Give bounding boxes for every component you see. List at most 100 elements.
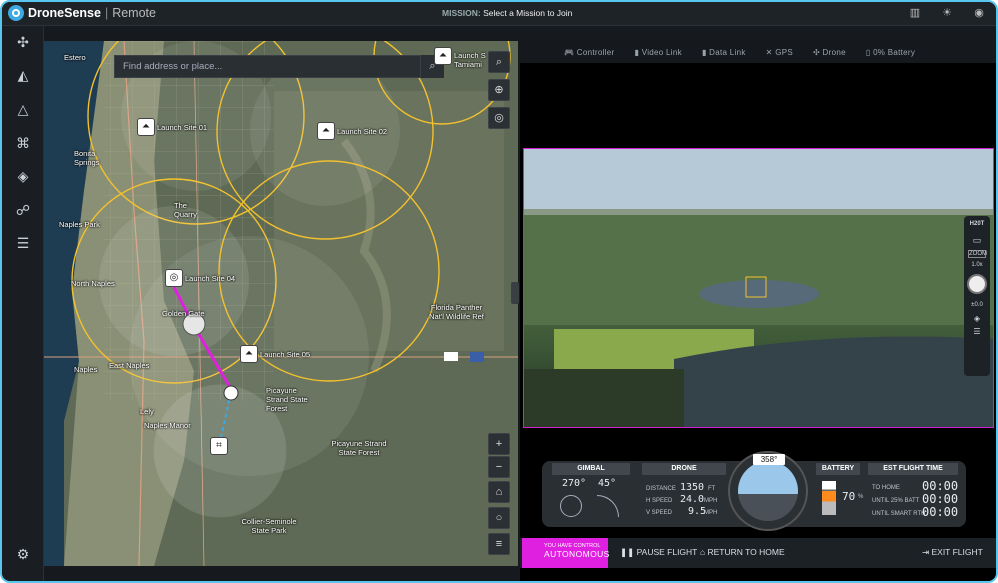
zoom-out-button[interactable]: − [488,456,510,478]
map-label: Naples Manor [144,421,191,430]
distance-value: 1350 [680,482,705,493]
control-mode-button[interactable]: YOU HAVE CONTROL AUTONOMOUS [522,538,609,568]
until-rth-time: 00:00 [922,505,959,519]
home-point-icon[interactable]: ⌗ [210,437,228,455]
gimbal-pitch: 45° [598,478,617,489]
control-bar: YOU HAVE CONTROL AUTONOMOUS ❚❚ PAUSE FLI… [520,538,996,568]
clipboard-icon[interactable]: ☰ [13,233,33,253]
mission-label: MISSION: [442,8,481,18]
drone-header: DRONE [642,463,726,475]
settings-sliders-icon[interactable]: ☰ [964,327,990,336]
launch-site-04-icon[interactable]: ◎ [165,269,183,287]
horizon [738,461,798,521]
map-label: Launch Site 04 [185,274,236,283]
battery-status: ▯ 0% Battery [865,47,916,57]
to-home-label: TO HOME [872,485,900,491]
battery-unit: % [858,494,864,500]
vspeed-label: V SPEED [646,510,673,516]
map-label: Bonita Springs [74,149,100,167]
ev-value: ±0.0 [971,302,983,308]
mission-selector[interactable]: MISSION: Select a Mission to Join [442,8,572,18]
camera-model: H20T [969,221,985,227]
exit-flight-button[interactable]: ⇥ EXIT FLIGHT [922,547,983,558]
controller-status: 🎮 Controller [564,47,615,57]
users-icon[interactable]: ☍ [13,200,33,220]
map-panel[interactable]: Find address or place... ⌕ ⌕ ⊕ ◎ + − ⌂ ○… [44,41,518,566]
exit-flight-label: EXIT FLIGHT [931,547,983,557]
map-label: North Naples [71,279,115,288]
launch-site-02-icon[interactable]: ⏶ [317,122,335,140]
gps-status: ✕ GPS [765,47,793,57]
video-feed[interactable] [523,148,994,428]
hspeed-label: H SPEED [646,498,673,504]
zoom-toggle[interactable]: ZOOM [968,250,987,258]
section-name: Remote [112,6,156,20]
gimbal-header: GIMBAL [552,463,630,475]
distance-label: DISTANCE [646,486,676,492]
lock-button[interactable]: ⌂ [488,481,510,503]
map-label: The Quarry [174,201,197,219]
gimbal-pitch-dial [597,495,619,517]
gimbal-yaw-dial [560,495,582,517]
map-label: Naples [74,365,98,374]
map-label: Lely [140,407,154,416]
layers-button[interactable]: ≡ [488,533,510,555]
zoom-in-button[interactable]: + [488,433,510,455]
mission-icon[interactable]: ◭ [13,65,33,85]
to-home-time: 00:00 [922,479,959,493]
return-home-label: RETURN TO HOME [707,547,785,557]
zoom-value: 1.0x [971,262,983,268]
distance-unit: FT [708,486,716,492]
drone-icon[interactable]: ✣ [13,32,33,52]
map-search-input[interactable]: Find address or place... [114,55,444,78]
pause-flight-label: PAUSE FLIGHT [636,547,698,557]
binoculars-button[interactable]: ◎ [488,107,510,129]
locate-button[interactable]: ○ [488,507,510,529]
launch-site-03-icon[interactable]: ⏶ [434,47,452,65]
map-label: Estero [64,53,86,62]
hspeed-value: 24.0 [680,494,705,505]
launch-site-01-icon[interactable]: ⏶ [137,118,155,136]
sidebar: ✣ ◭ △ ⌘ ◈ ☍ ☰ ⚙ [2,26,44,581]
map-label: Launch Site 05 [260,350,311,359]
flight-panel: 🎮 Controller ▮ Video Link ▮ Data Link ✕ … [520,41,996,581]
alert-icon[interactable]: △ [13,99,33,119]
shutter-button[interactable] [967,274,987,294]
panel-collapse-handle[interactable] [511,282,519,304]
return-home-button[interactable]: ⌂ RETURN TO HOME [700,547,785,557]
logo: DroneSense | Remote [8,5,156,21]
battery-gauge [822,481,836,515]
mission-text: Select a Mission to Join [483,8,573,18]
map-label: East Naples [109,361,150,370]
drone-map-button[interactable]: ⊕ [488,79,510,101]
brand-name: DroneSense [28,6,101,20]
dronesense-logo-icon [8,5,24,21]
until-rth-label: UNTIL SMART RTH [872,511,926,517]
heading-value: 358° [753,454,785,465]
map-label: Picayune Strand State Forest [266,386,308,413]
flight-time-header: EST FLIGHT TIME [868,463,958,475]
attitude-indicator: 358° [728,451,808,531]
telemetry-panel: GIMBAL 270° 45° DRONE DISTANCE 1350 FT H… [542,451,966,531]
map-label: Collier-Seminole State Park [241,517,297,535]
launch-site-05-icon[interactable]: ⏶ [240,345,258,363]
vspeed-unit: MPH [704,510,718,516]
controller-icon[interactable]: ⌘ [13,133,33,153]
map-label: Launch Site 02 [337,127,388,136]
video-frame [524,149,993,427]
weather-icon[interactable]: ☀ [940,6,954,20]
status-bar: 🎮 Controller ▮ Video Link ▮ Data Link ✕ … [520,41,996,63]
app-window: DroneSense | Remote MISSION: Select a Mi… [0,0,998,583]
tag-icon[interactable]: ◈ [964,314,990,323]
gear-icon[interactable]: ⚙ [13,544,33,564]
until25-time: 00:00 [922,492,959,506]
top-bar: DroneSense | Remote MISSION: Select a Mi… [2,2,996,26]
battery-value: 70 [842,490,856,503]
map-label: Florida Panther Nat'l Wildlife Ref [429,303,484,321]
map-label: Launch S Tamiami [454,51,486,69]
pause-flight-button[interactable]: ❚❚ PAUSE FLIGHT [620,547,697,558]
chart-icon[interactable]: ▥ [908,6,922,20]
video-camera-icon[interactable]: ▭ [964,235,990,246]
tag-icon[interactable]: ◈ [13,166,33,186]
user-icon[interactable]: ◉ [972,6,986,20]
